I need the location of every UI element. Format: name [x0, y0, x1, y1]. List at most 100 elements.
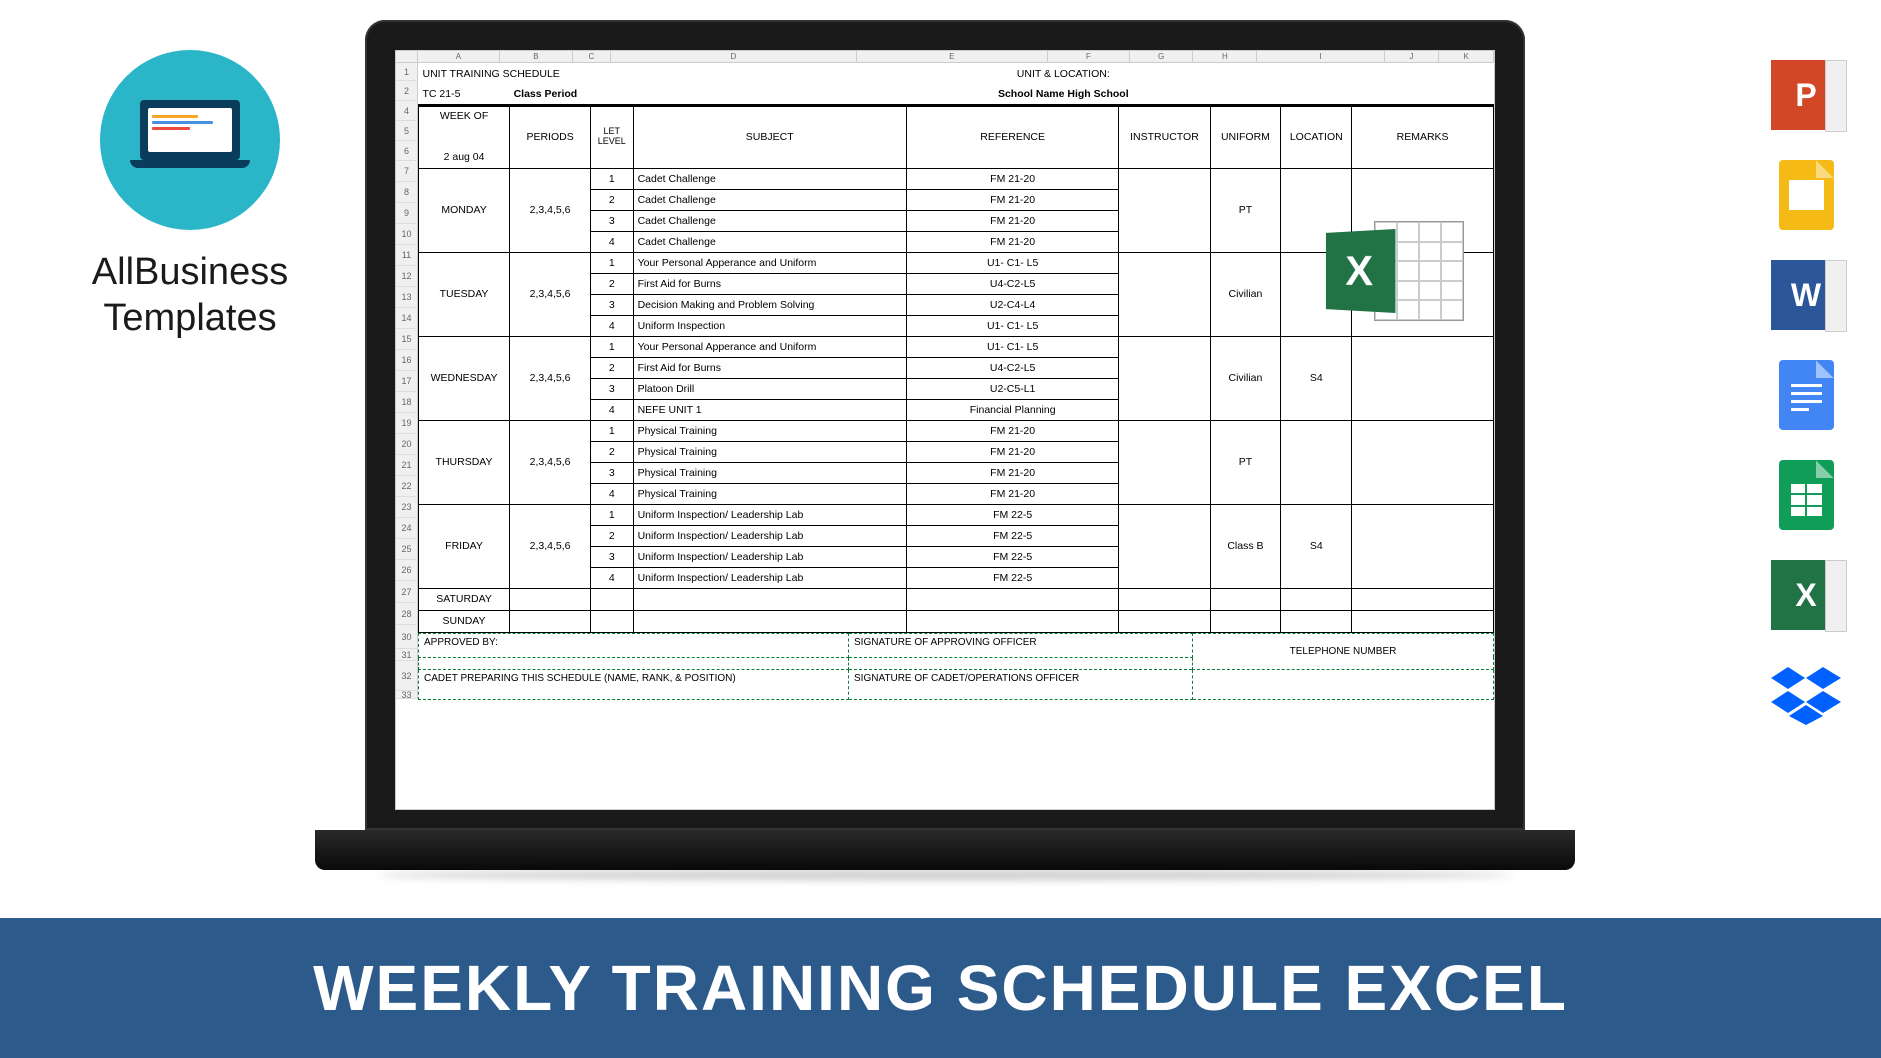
reference-cell: U1- C1- L5 [906, 336, 1119, 357]
subject-cell: Cadet Challenge [633, 189, 906, 210]
let-level: 2 [591, 273, 634, 294]
laptop-frame: 1245678910111213141516171819202122232425… [365, 20, 1525, 830]
let-level: 4 [591, 399, 634, 420]
column-headers: ABCDEFGHIJK [396, 51, 1494, 63]
uniform-cell: Civilian [1210, 336, 1281, 420]
excel-icon: X [1771, 560, 1841, 630]
sheet-content: UNIT TRAINING SCHEDULE UNIT & LOCATION: … [418, 63, 1494, 700]
reference-cell: U4-C2-L5 [906, 273, 1119, 294]
subject-cell: NEFE UNIT 1 [633, 399, 906, 420]
hdr-remarks: REMARKS [1352, 105, 1494, 168]
subject-cell: Platoon Drill [633, 378, 906, 399]
reference-cell: FM 21-20 [906, 231, 1119, 252]
let-level: 4 [591, 231, 634, 252]
laptop-base [315, 830, 1575, 870]
brand-logo: AllBusinessTemplates [60, 50, 320, 341]
let-level: 3 [591, 462, 634, 483]
table-row: FRIDAY2,3,4,5,61Uniform Inspection/ Lead… [419, 504, 1494, 525]
let-level: 3 [591, 210, 634, 231]
reference-cell: FM 22-5 [906, 567, 1119, 588]
google-sheets-icon [1771, 460, 1841, 530]
subject-cell: First Aid for Burns [633, 357, 906, 378]
subject-cell: Physical Training [633, 462, 906, 483]
instructor-cell [1119, 252, 1210, 336]
subject-cell: Uniform Inspection/ Leadership Lab [633, 567, 906, 588]
subject-cell: Physical Training [633, 420, 906, 441]
let-level: 1 [591, 168, 634, 189]
hdr-location: LOCATION [1281, 105, 1352, 168]
day-name: TUESDAY [419, 252, 510, 336]
uniform-cell: PT [1210, 420, 1281, 504]
format-icons-sidebar: P W X [1771, 60, 1841, 730]
hdr-instructor: INSTRUCTOR [1119, 105, 1210, 168]
location-cell: S4 [1281, 336, 1352, 420]
subject-cell: Cadet Challenge [633, 210, 906, 231]
signature-cadet-label: SIGNATURE OF CADET/OPERATIONS OFFICER [849, 669, 1193, 699]
subject-cell: Your Personal Apperance and Uniform [633, 336, 906, 357]
day-saturday: SATURDAY [419, 588, 510, 610]
reference-cell: FM 21-20 [906, 189, 1119, 210]
powerpoint-icon: P [1771, 60, 1841, 130]
reference-cell: FM 22-5 [906, 546, 1119, 567]
hdr-periods: PERIODS [510, 105, 591, 168]
subject-cell: Uniform Inspection/ Leadership Lab [633, 546, 906, 567]
day-periods: 2,3,4,5,6 [510, 168, 591, 252]
row-number-gutter: 1245678910111213141516171819202122232425… [396, 51, 418, 699]
reference-cell: FM 21-20 [906, 210, 1119, 231]
reference-cell: FM 21-20 [906, 168, 1119, 189]
remarks-cell [1352, 420, 1494, 504]
spreadsheet-display: 1245678910111213141516171819202122232425… [395, 50, 1495, 810]
day-sunday: SUNDAY [419, 610, 510, 632]
uniform-cell: PT [1210, 168, 1281, 252]
tc-code: TC 21-5 [419, 84, 510, 105]
day-periods: 2,3,4,5,6 [510, 252, 591, 336]
laptop-mockup: 1245678910111213141516171819202122232425… [365, 20, 1525, 870]
subject-cell: Physical Training [633, 441, 906, 462]
instructor-cell [1119, 336, 1210, 420]
brand-name: AllBusinessTemplates [60, 250, 320, 341]
day-name: FRIDAY [419, 504, 510, 588]
let-level: 3 [591, 378, 634, 399]
reference-cell: FM 22-5 [906, 525, 1119, 546]
cadet-preparing-label: CADET PREPARING THIS SCHEDULE (NAME, RAN… [419, 669, 849, 699]
hdr-week-of: WEEK OF [419, 105, 510, 126]
reference-cell: Financial Planning [906, 399, 1119, 420]
subject-cell: Cadet Challenge [633, 231, 906, 252]
uniform-cell: Civilian [1210, 252, 1281, 336]
excel-x-label: X [1326, 229, 1395, 313]
let-level: 2 [591, 525, 634, 546]
let-level: 3 [591, 546, 634, 567]
remarks-cell [1352, 504, 1494, 588]
day-name: THURSDAY [419, 420, 510, 504]
let-level: 4 [591, 483, 634, 504]
reference-cell: U2-C4-L4 [906, 294, 1119, 315]
class-period-label: Class Period [510, 84, 633, 105]
unit-location-label: UNIT & LOCATION: [633, 63, 1493, 84]
title-banner: WEEKLY TRAINING SCHEDULE EXCEL [0, 918, 1881, 1058]
sheet-title: UNIT TRAINING SCHEDULE [419, 63, 634, 84]
schedule-table: UNIT TRAINING SCHEDULE UNIT & LOCATION: … [418, 63, 1494, 633]
reference-cell: FM 21-20 [906, 441, 1119, 462]
telephone-label: TELEPHONE NUMBER [1193, 633, 1494, 669]
let-level: 2 [591, 441, 634, 462]
let-level: 1 [591, 420, 634, 441]
instructor-cell [1119, 168, 1210, 252]
uniform-cell: Class B [1210, 504, 1281, 588]
let-level: 4 [591, 567, 634, 588]
day-periods: 2,3,4,5,6 [510, 420, 591, 504]
word-icon: W [1771, 260, 1841, 330]
laptop-icon [130, 100, 250, 180]
subject-cell: Cadet Challenge [633, 168, 906, 189]
google-docs-icon [1771, 360, 1841, 430]
let-level: 3 [591, 294, 634, 315]
let-level: 1 [591, 252, 634, 273]
let-level: 1 [591, 504, 634, 525]
hdr-subject: SUBJECT [633, 105, 906, 168]
day-periods: 2,3,4,5,6 [510, 504, 591, 588]
hdr-uniform: UNIFORM [1210, 105, 1281, 168]
dropbox-icon [1771, 660, 1841, 730]
reference-cell: U4-C2-L5 [906, 357, 1119, 378]
subject-cell: Uniform Inspection/ Leadership Lab [633, 504, 906, 525]
table-row: WEDNESDAY2,3,4,5,61Your Personal Apperan… [419, 336, 1494, 357]
day-periods: 2,3,4,5,6 [510, 336, 591, 420]
